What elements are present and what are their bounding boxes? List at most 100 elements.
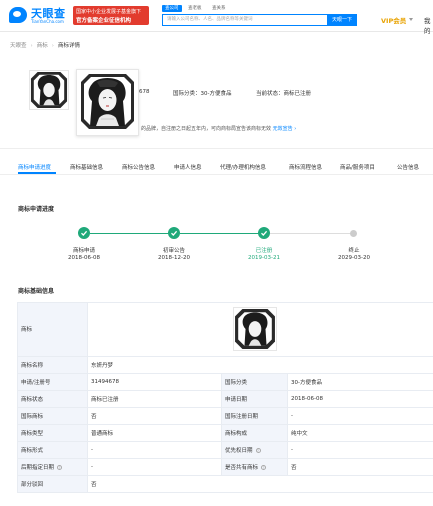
banner-line2: 官方备案企业征信机构 bbox=[76, 18, 132, 24]
trademark-name: 东妍丹梦 bbox=[91, 363, 114, 369]
progress-line-3 bbox=[270, 233, 353, 234]
value-cell: - bbox=[87, 442, 221, 458]
trademark-thumbnail-small[interactable] bbox=[29, 70, 69, 110]
tab-applicant-info[interactable]: 申请人信息 bbox=[174, 163, 202, 171]
intl-trademark-value: 否 bbox=[91, 414, 97, 420]
value-cell: - bbox=[287, 442, 433, 458]
label-cell: 商标名称 bbox=[17, 357, 87, 373]
table-border bbox=[17, 390, 433, 391]
search-tab-company[interactable]: 查公司 bbox=[162, 5, 182, 12]
label-cell: 商标状态 bbox=[17, 391, 87, 407]
trademark-portrait-icon bbox=[30, 71, 68, 109]
row-label: 后期指定日期 bbox=[21, 465, 55, 471]
step-done-check-icon bbox=[78, 227, 90, 239]
tab-basic-info[interactable]: 商标基础信息 bbox=[70, 163, 103, 171]
label-cell: 部分驳回 bbox=[17, 476, 87, 492]
later-designation-value: - bbox=[91, 464, 93, 470]
table-border bbox=[17, 373, 433, 374]
tianyancha-logo-icon[interactable] bbox=[9, 7, 27, 23]
status-value: 商标已注册 bbox=[91, 397, 119, 403]
credit-banner[interactable]: 国家中小企业发展子基金旗下 官方备案企业征信机构 bbox=[73, 6, 149, 25]
notice-text: 的品牌，自注册之日起五年内，可向商标局宣告该商标无效 bbox=[141, 126, 272, 132]
logo-url: TianYanCha.com bbox=[31, 19, 64, 24]
registration-number: 31494678 bbox=[91, 379, 119, 385]
label-cell: 申请/注册号 bbox=[17, 374, 87, 390]
value-cell: 东妍丹梦 bbox=[87, 357, 221, 373]
row-label: 商标名称 bbox=[21, 363, 44, 369]
row-label: 商标形式 bbox=[21, 448, 44, 454]
step-label-4: 终止 bbox=[348, 248, 360, 254]
intl-class-value: 30-方便食品 bbox=[291, 380, 322, 386]
info-icon[interactable]: ? bbox=[57, 464, 63, 470]
step-date-4: 2029-03-20 bbox=[338, 255, 370, 261]
value-cell: - bbox=[287, 408, 433, 424]
registration-number-partial: 678 bbox=[139, 89, 150, 95]
step-pending-dot-icon bbox=[350, 230, 357, 237]
step-label-1: 商标申请 bbox=[72, 248, 95, 254]
search-tab-relation[interactable]: 查关系 bbox=[212, 5, 226, 12]
tab-process-info[interactable]: 商标流程信息 bbox=[289, 163, 322, 171]
breadcrumb-trademark[interactable]: 商标 bbox=[37, 43, 48, 49]
value-cell: 纯中文 bbox=[287, 425, 433, 441]
apply-date-value: 2018-06-08 bbox=[291, 396, 323, 402]
step-label-2: 初审公告 bbox=[162, 248, 185, 254]
image-label: 商标 bbox=[21, 327, 33, 333]
trademark-image-cell[interactable] bbox=[233, 307, 277, 351]
value-cell: 30-方便食品 bbox=[287, 374, 433, 390]
row-label: 优先权日期 bbox=[225, 448, 253, 454]
basic-info-table: 商标 商标名称 东妍丹梦 申请/注册号 31494678 国际分类 30-方便食… bbox=[17, 302, 433, 498]
row-label: 商标构成 bbox=[225, 431, 248, 437]
label-cell: 国际分类 bbox=[221, 374, 287, 390]
tab-notice-info[interactable]: 公告信息 bbox=[397, 163, 419, 171]
row-label: 申请日期 bbox=[225, 397, 248, 403]
value-cell: 否 bbox=[287, 459, 433, 475]
value-cell: 普通商标 bbox=[87, 425, 221, 441]
row-label: 国际注册日期 bbox=[225, 414, 259, 420]
tab-agency-info[interactable]: 代理/办理机构信息 bbox=[220, 163, 266, 171]
tab-application-progress[interactable]: 商标申请进度 bbox=[18, 163, 51, 171]
tab-announcement-info[interactable]: 商标公告信息 bbox=[122, 163, 155, 171]
vip-member-link[interactable]: VIP会员 bbox=[381, 15, 406, 25]
table-border bbox=[87, 302, 88, 493]
label-cell: 国际商标 bbox=[17, 408, 87, 424]
search-input[interactable]: 请输入公司名称、人名、品牌名称等关键词 bbox=[162, 14, 327, 26]
value-cell: 否 bbox=[87, 476, 433, 492]
tab-goods-services[interactable]: 商品/服务项目 bbox=[340, 163, 375, 171]
info-icon[interactable]: ? bbox=[261, 464, 267, 470]
label-cell: 国际注册日期 bbox=[221, 408, 287, 424]
label-cell: 商标类型 bbox=[17, 425, 87, 441]
step-done-check-icon bbox=[168, 227, 180, 239]
step-date-1: 2018-06-08 bbox=[68, 255, 100, 261]
shared-trademark-value: 否 bbox=[291, 465, 297, 471]
table-border bbox=[17, 492, 433, 493]
info-icon[interactable]: ? bbox=[255, 447, 261, 453]
progress-line-2 bbox=[180, 233, 264, 234]
table-border bbox=[17, 441, 433, 442]
trademark-type-value: 普通商标 bbox=[91, 431, 114, 437]
search-button[interactable]: 天眼一下 bbox=[327, 14, 357, 26]
invalidation-notice: 的品牌，自注册之日起五年内，可向商标局宣告该商标无效 无效宣告 › bbox=[141, 125, 296, 132]
priority-date-value: - bbox=[291, 447, 293, 453]
label-cell: 后期指定日期? bbox=[17, 459, 87, 475]
composition-value: 纯中文 bbox=[291, 431, 308, 437]
table-border bbox=[17, 407, 433, 408]
my-account-link[interactable]: 我的 bbox=[424, 15, 433, 35]
row-label: 国际分类 bbox=[225, 380, 248, 386]
value-cell: 商标已注册 bbox=[87, 391, 221, 407]
table-border bbox=[287, 373, 288, 476]
basic-info-section-title: 商标基础信息 bbox=[18, 288, 55, 295]
chevron-down-icon[interactable] bbox=[409, 18, 413, 21]
step-current-check-icon bbox=[258, 227, 270, 239]
search-type-tabs: 查公司 查老板 查关系 bbox=[162, 5, 242, 13]
breadcrumb-home[interactable]: 天眼查 bbox=[10, 43, 27, 49]
value-cell: 否 bbox=[87, 408, 221, 424]
international-class: 国际分类：30-方便食品 bbox=[173, 91, 232, 97]
trademark-image-large[interactable] bbox=[76, 69, 139, 136]
breadcrumb-current: 商标详情 bbox=[57, 43, 80, 49]
invalidation-link[interactable]: 无效宣告 › bbox=[273, 126, 297, 132]
label-cell: 商标形式 bbox=[17, 442, 87, 458]
image-label-cell: 商标 bbox=[17, 302, 87, 356]
row-label: 商标状态 bbox=[21, 397, 44, 403]
table-border bbox=[17, 356, 433, 357]
search-tab-boss[interactable]: 查老板 bbox=[188, 5, 202, 12]
